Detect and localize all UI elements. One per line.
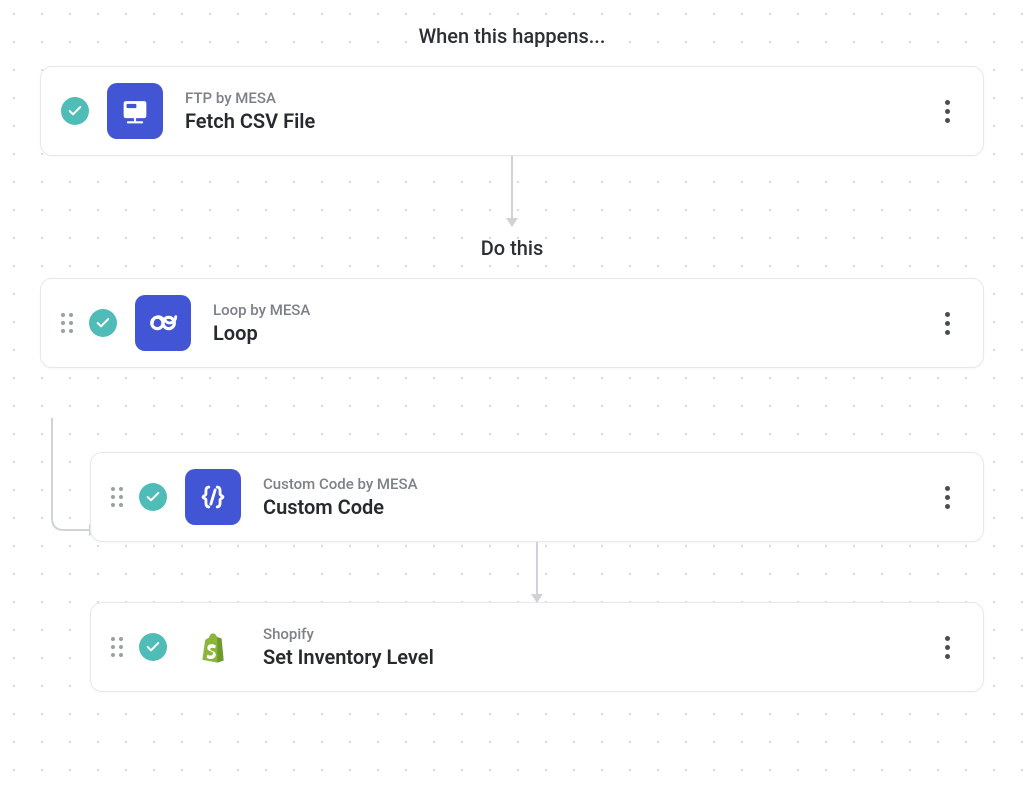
arrow-connector (50, 542, 1024, 602)
status-check-icon (139, 633, 167, 661)
step-title: Fetch CSV File (185, 109, 931, 133)
trigger-section-heading: When this happens... (0, 24, 1024, 48)
shopify-step-card[interactable]: Shopify Set Inventory Level (90, 602, 984, 692)
step-app-label: Shopify (263, 625, 931, 643)
step-text: Shopify Set Inventory Level (263, 625, 931, 669)
status-check-icon (139, 483, 167, 511)
loop-step-card[interactable]: Loop by MESA Loop (40, 278, 984, 368)
code-braces-icon (185, 469, 241, 525)
step-text: Loop by MESA Loop (213, 301, 931, 345)
step-title: Custom Code (263, 495, 931, 519)
drag-handle-icon[interactable] (111, 485, 127, 509)
trigger-step-card[interactable]: FTP by MESA Fetch CSV File (40, 66, 984, 156)
drag-handle-icon[interactable] (111, 635, 127, 659)
custom-code-step-card[interactable]: Custom Code by MESA Custom Code (90, 452, 984, 542)
step-app-label: FTP by MESA (185, 89, 931, 107)
loop-infinity-icon (135, 295, 191, 351)
ftp-folder-icon (107, 83, 163, 139)
status-check-icon (61, 97, 89, 125)
shopify-bag-icon (185, 619, 241, 675)
step-text: Custom Code by MESA Custom Code (263, 475, 931, 519)
drag-handle-icon[interactable] (61, 311, 77, 335)
more-options-button[interactable] (931, 301, 963, 345)
more-options-button[interactable] (931, 625, 963, 669)
action-section-heading: Do this (0, 236, 1024, 260)
step-title: Set Inventory Level (263, 645, 931, 669)
more-options-button[interactable] (931, 475, 963, 519)
step-title: Loop (213, 321, 931, 345)
workflow-canvas: When this happens... FTP by MESA Fetch C… (0, 0, 1024, 793)
step-text: FTP by MESA Fetch CSV File (185, 89, 931, 133)
status-check-icon (89, 309, 117, 337)
step-app-label: Loop by MESA (213, 301, 931, 319)
arrow-connector (0, 156, 1024, 226)
step-app-label: Custom Code by MESA (263, 475, 931, 493)
more-options-button[interactable] (931, 89, 963, 133)
